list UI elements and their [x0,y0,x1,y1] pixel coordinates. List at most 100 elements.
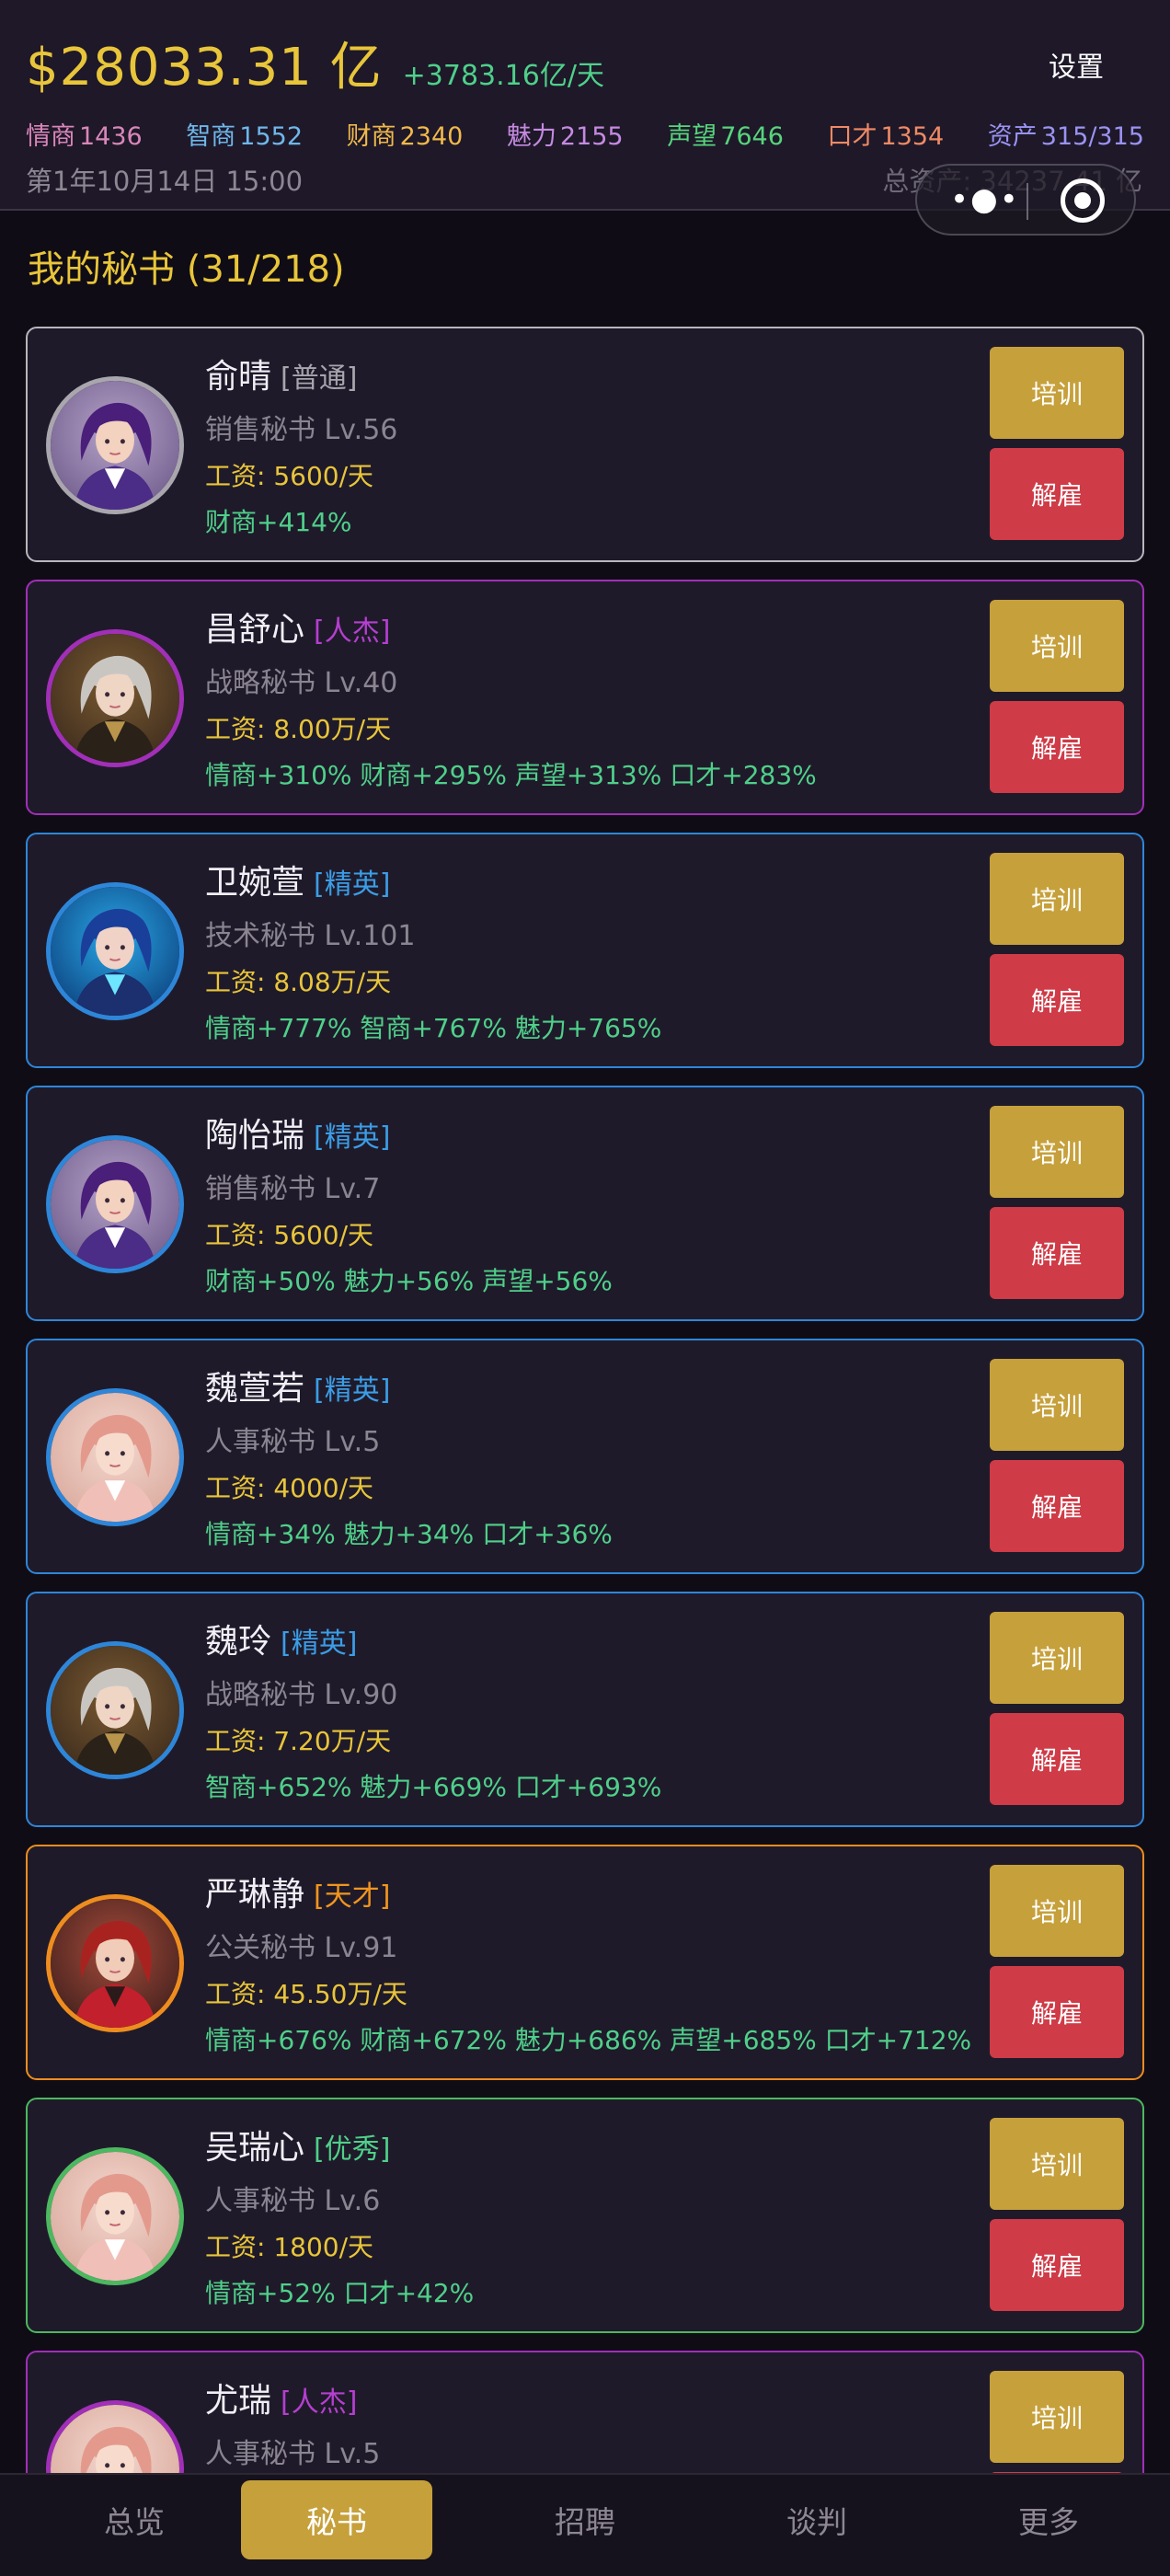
train-button[interactable]: 培训 [990,2118,1124,2210]
app-root: $28033.31 亿 +3783.16亿/天 设置 情商 1436 智商 1552… [0,0,1170,2576]
train-button[interactable]: 培训 [990,853,1124,945]
fire-button[interactable]: 解雇 [990,701,1124,793]
settings-button[interactable]: 设置 [1049,44,1104,85]
secretary-name: 俞晴 [205,358,272,396]
avatar [46,2147,184,2285]
secretary-info: 陶怡瑞 [精英] 销售秘书 Lv.7 工资: 5600/天财商+50% 魅力+56% … [205,1117,958,1298]
tab-more[interactable]: 更多 [953,2480,1144,2559]
more-dots-icon[interactable]: •●• [950,184,1020,215]
avatar [46,376,184,514]
avatar [46,882,184,1020]
stat-assets: 资产 315/315 [987,122,1144,151]
secretary-salary: 工资: 8.08万/天 [205,967,392,998]
secretary-role: 技术秘书 Lv.101 [205,920,416,953]
rank-badge: [优秀] [314,2133,391,2166]
secretary-bonus: 财商+414% [205,507,352,538]
secretary-role: 销售秘书 Lv.56 [205,414,398,447]
avatar [46,629,184,767]
rank-badge: [普通] [281,362,358,395]
secretary-card[interactable]: 吴瑞心 [优秀] 人事秘书 Lv.6 工资: 1800/天 情商+52% 口才+42% 培… [26,2098,1144,2333]
train-button[interactable]: 培训 [990,1612,1124,1704]
fire-button[interactable]: 解雇 [990,1460,1124,1552]
fire-button[interactable]: 解雇 [990,1966,1124,2058]
train-button[interactable]: 培训 [990,2371,1124,2463]
daily-income: +3783.16亿/天 [402,60,604,92]
train-button[interactable]: 培训 [990,1359,1124,1451]
name-line: 陶怡瑞 [精英] [205,1117,958,1155]
game-date: 第1年10月14日 15:00 [26,166,304,197]
tab-negotiate[interactable]: 谈判 [721,2480,912,2559]
secretary-name: 昌舒心 [205,611,305,649]
secretary-role: 人事秘书 Lv.5 [205,2438,381,2471]
name-line: 尤瑞 [人杰] [205,2382,958,2420]
secretary-info: 严琳静 [天才] 公关秘书 Lv.91 工资: 45.50万/天情商+676% 财商+… [205,1876,972,2057]
secretary-bonus: 财商+50% 魅力+56% 声望+56% [205,1266,613,1297]
secretary-role: 公关秘书 Lv.91 [205,1932,398,1965]
name-line: 卫婉萱 [精英] [205,864,958,902]
secretary-salary: 工资: 5600/天 [205,461,374,492]
rank-badge: [精英] [281,1627,358,1660]
stat-eq: 情商 1436 [26,122,143,151]
secretary-bonus: 情商+777% 智商+767% 魅力+765% [205,1013,662,1044]
secretary-bonus: 情商+310% 财商+295% 声望+313% 口才+283% [205,760,817,791]
fire-button[interactable]: 解雇 [990,2219,1124,2311]
name-line: 魏玲 [精英] [205,1623,958,1661]
name-line: 严琳静 [天才] [205,1876,958,1914]
name-line: 魏萱若 [精英] [205,1370,958,1408]
secretary-card[interactable]: 俞晴 [普通] 销售秘书 Lv.56 工资: 5600/天 财商+414% 培训 解雇 [26,327,1144,562]
target-ring-icon[interactable] [1061,178,1105,223]
rank-badge: [精英] [314,868,391,901]
secretary-card[interactable]: 卫婉萱 [精英] 技术秘书 Lv.101 工资: 8.08万/天情商+777% 智商+… [26,833,1144,1068]
train-button[interactable]: 培训 [990,600,1124,692]
fire-button[interactable]: 解雇 [990,1207,1124,1299]
name-line: 俞晴 [普通] [205,358,958,396]
secretary-card[interactable]: 昌舒心 [人杰] 战略秘书 Lv.40 工资: 8.00万/天情商+310% 财商+2… [26,580,1144,815]
fire-button[interactable]: 解雇 [990,448,1124,540]
fire-button[interactable]: 解雇 [990,954,1124,1046]
secretary-salary: 工资: 1800/天 [205,2232,374,2263]
secretary-bonus: 情商+676% 财商+672% 魅力+686% 声望+685% 口才+712% [205,2025,972,2056]
stats-row: 情商 1436 智商 1552 财商 2340 魅力 2155 声望 7646 口才 135… [26,116,1144,152]
secretary-salary: 工资: 45.50万/天 [205,1979,407,2010]
secretary-name: 卫婉萱 [205,864,305,902]
stat-reputation: 声望 7646 [667,122,784,151]
secretary-info: 昌舒心 [人杰] 战略秘书 Lv.40 工资: 8.00万/天情商+310% 财商+2… [205,611,958,792]
secretary-name: 吴瑞心 [205,2129,305,2167]
rank-badge: [人杰] [281,2386,358,2419]
secretary-card[interactable]: 魏萱若 [精英] 人事秘书 Lv.5 工资: 4000/天 情商+34% 魅力+34% … [26,1339,1144,1574]
train-button[interactable]: 培训 [990,1865,1124,1957]
secretary-role: 销售秘书 Lv.7 [205,1173,381,1206]
rank-badge: [精英] [314,1121,391,1154]
fire-button[interactable]: 解雇 [990,1713,1124,1805]
secretary-name: 尤瑞 [205,2382,272,2420]
page-title: 我的秘书 (31/218) [28,248,345,291]
rank-badge: [天才] [314,1880,391,1913]
secretary-bonus: 智商+652% 魅力+669% 口才+693% [205,1772,662,1803]
avatar [46,1641,184,1779]
secretary-role: 战略秘书 Lv.40 [205,667,398,700]
train-button[interactable]: 培训 [990,347,1124,439]
secretary-salary: 工资: 8.00万/天 [205,714,392,745]
bottom-nav: 总览 秘书 招聘 谈判 更多 [0,2473,1170,2576]
secretary-info: 尤瑞 [人杰] 人事秘书 Lv.5 [205,2382,958,2480]
tab-secretary[interactable]: 秘书 [241,2480,432,2559]
tab-overview[interactable]: 总览 [39,2480,230,2559]
secretary-info: 魏萱若 [精英] 人事秘书 Lv.5 工资: 4000/天 情商+34% 魅力+34% … [205,1370,958,1551]
secretary-salary: 工资: 4000/天 [205,1473,374,1504]
secretary-card[interactable]: 严琳静 [天才] 公关秘书 Lv.91 工资: 45.50万/天情商+676% 财商+… [26,1845,1144,2080]
secretary-info: 吴瑞心 [优秀] 人事秘书 Lv.6 工资: 1800/天 情商+52% 口才+42% [205,2129,958,2310]
stat-iq: 智商 1552 [186,122,304,151]
secretary-card[interactable]: 魏玲 [精英] 战略秘书 Lv.90 工资: 7.20万/天 智商+652% 魅力+66… [26,1592,1144,1827]
secretary-bonus: 情商+34% 魅力+34% 口才+36% [205,1519,613,1550]
rank-badge: [人杰] [314,615,391,648]
secretary-name: 严琳静 [205,1876,305,1914]
tab-recruit[interactable]: 招聘 [489,2480,681,2559]
miniapp-capsule: •●• [915,164,1136,236]
secretary-card[interactable]: 陶怡瑞 [精英] 销售秘书 Lv.7 工资: 5600/天财商+50% 魅力+56% … [26,1086,1144,1321]
train-button[interactable]: 培训 [990,1106,1124,1198]
secretary-list[interactable]: 俞晴 [普通] 销售秘书 Lv.56 工资: 5600/天 财商+414% 培训 解雇 昌舒心… [26,327,1144,2576]
secretary-salary: 工资: 5600/天 [205,1220,374,1251]
name-line: 吴瑞心 [优秀] [205,2129,958,2167]
stat-eloquence: 口才 1354 [827,122,945,151]
rank-badge: [精英] [314,1374,391,1407]
